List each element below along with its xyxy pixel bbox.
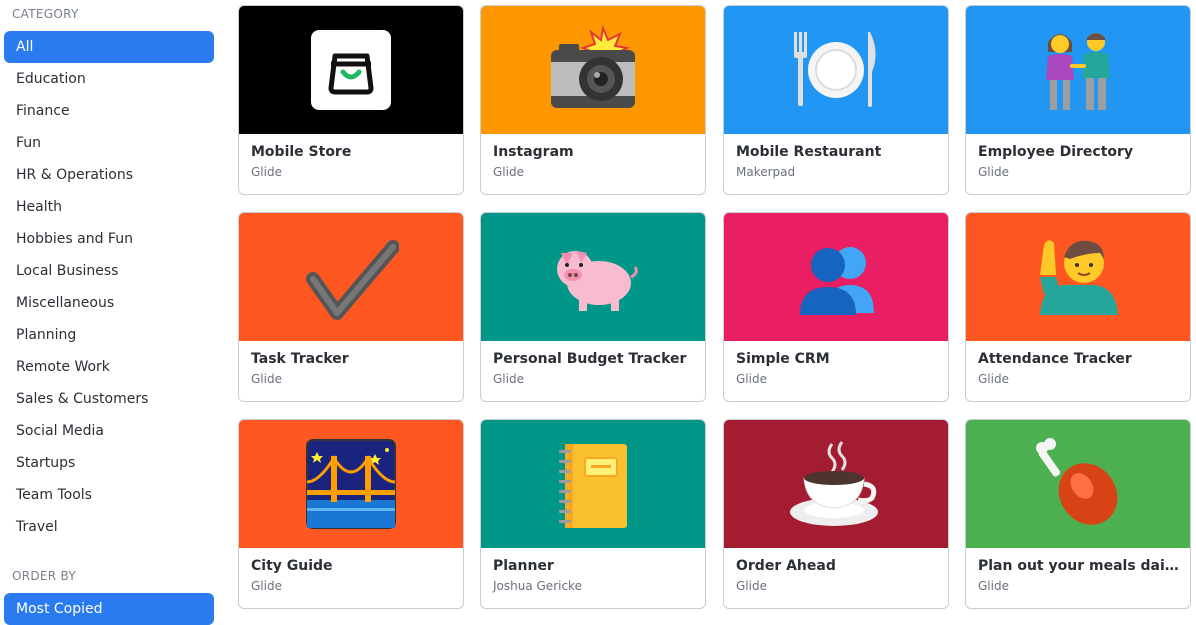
card-thumbnail bbox=[239, 420, 463, 548]
card-author: Makerpad bbox=[736, 165, 796, 179]
category-item-health[interactable]: Health bbox=[4, 191, 214, 223]
category-item-social-media[interactable]: Social Media bbox=[4, 415, 214, 447]
card-author: Glide bbox=[493, 165, 524, 179]
card-thumbnail bbox=[724, 213, 948, 341]
category-item-planning[interactable]: Planning bbox=[4, 319, 214, 351]
template-card[interactable]: Order Ahead Glide bbox=[723, 419, 949, 609]
category-item-startups[interactable]: Startups bbox=[4, 447, 214, 479]
template-card[interactable]: Simple CRM Glide bbox=[723, 212, 949, 402]
sidebar: CATEGORY All Education Finance Fun HR & … bbox=[0, 0, 222, 625]
shopping-bag-icon bbox=[311, 30, 391, 110]
card-thumbnail bbox=[239, 213, 463, 341]
template-card[interactable]: Mobile Restaurant Makerpad bbox=[723, 5, 949, 195]
template-card[interactable]: Plan out your meals daily an... Glide bbox=[965, 419, 1191, 609]
card-thumbnail bbox=[724, 6, 948, 134]
card-thumbnail bbox=[239, 6, 463, 134]
category-item-hr-operations[interactable]: HR & Operations bbox=[4, 159, 214, 191]
card-title: Instagram bbox=[493, 144, 574, 160]
card-title: Task Tracker bbox=[251, 351, 349, 367]
pig-icon bbox=[557, 251, 638, 311]
card-author: Glide bbox=[251, 372, 282, 386]
card-title: Order Ahead bbox=[736, 558, 836, 574]
card-author: Glide bbox=[736, 372, 767, 386]
template-card[interactable]: Personal Budget Tracker Glide bbox=[480, 212, 706, 402]
card-thumbnail bbox=[481, 420, 705, 548]
template-card[interactable]: Task Tracker Glide bbox=[238, 212, 464, 402]
card-author: Glide bbox=[493, 372, 524, 386]
card-title: Plan out your meals daily an... bbox=[978, 558, 1180, 574]
card-author: Glide bbox=[978, 165, 1009, 179]
template-card[interactable]: City Guide Glide bbox=[238, 419, 464, 609]
card-title: Mobile Restaurant bbox=[736, 144, 882, 160]
category-heading: CATEGORY bbox=[12, 7, 79, 21]
card-author: Joshua Gericke bbox=[493, 579, 582, 593]
category-list: All Education Finance Fun HR & Operation… bbox=[4, 31, 214, 543]
template-card[interactable]: Mobile Store Glide bbox=[238, 5, 464, 195]
poultry-leg-icon bbox=[1036, 438, 1118, 525]
notebook-icon bbox=[559, 444, 627, 528]
category-item-hobbies-and-fun[interactable]: Hobbies and Fun bbox=[4, 223, 214, 255]
card-thumbnail bbox=[724, 420, 948, 548]
card-thumbnail bbox=[966, 6, 1190, 134]
card-thumbnail bbox=[966, 420, 1190, 548]
card-title: Mobile Store bbox=[251, 144, 352, 160]
category-item-sales-customers[interactable]: Sales & Customers bbox=[4, 383, 214, 415]
card-thumbnail bbox=[481, 6, 705, 134]
category-item-finance[interactable]: Finance bbox=[4, 95, 214, 127]
category-item-team-tools[interactable]: Team Tools bbox=[4, 479, 214, 511]
category-item-education[interactable]: Education bbox=[4, 63, 214, 95]
card-title: Personal Budget Tracker bbox=[493, 351, 687, 367]
bridge-at-night-icon bbox=[306, 439, 396, 529]
template-card[interactable]: Instagram Glide bbox=[480, 5, 706, 195]
card-title: Employee Directory bbox=[978, 144, 1134, 160]
category-item-travel[interactable]: Travel bbox=[4, 511, 214, 543]
order-option-most-copied[interactable]: Most Copied bbox=[4, 593, 214, 625]
card-title: Attendance Tracker bbox=[978, 351, 1132, 367]
category-item-fun[interactable]: Fun bbox=[4, 127, 214, 159]
card-author: Glide bbox=[736, 579, 767, 593]
template-card[interactable]: Attendance Tracker Glide bbox=[965, 212, 1191, 402]
card-author: Glide bbox=[251, 579, 282, 593]
check-mark-icon bbox=[306, 240, 399, 320]
category-item-all[interactable]: All bbox=[4, 31, 214, 63]
card-author: Glide bbox=[251, 165, 282, 179]
template-card[interactable]: Planner Joshua Gericke bbox=[480, 419, 706, 609]
card-title: Simple CRM bbox=[736, 351, 830, 367]
category-item-local-business[interactable]: Local Business bbox=[4, 255, 214, 287]
people-holding-hands-icon bbox=[1046, 33, 1110, 110]
category-item-remote-work[interactable]: Remote Work bbox=[4, 351, 214, 383]
hot-beverage-icon bbox=[790, 441, 878, 526]
card-thumbnail bbox=[966, 213, 1190, 341]
category-item-miscellaneous[interactable]: Miscellaneous bbox=[4, 287, 214, 319]
card-author: Glide bbox=[978, 579, 1009, 593]
fork-knife-plate-icon bbox=[794, 32, 876, 107]
card-title: City Guide bbox=[251, 558, 333, 574]
camera-with-flash-icon bbox=[551, 24, 635, 108]
card-title: Planner bbox=[493, 558, 554, 574]
order-by-heading: ORDER BY bbox=[12, 569, 77, 583]
busts-in-silhouette-icon bbox=[800, 247, 874, 315]
template-card[interactable]: Employee Directory Glide bbox=[965, 5, 1191, 195]
card-author: Glide bbox=[978, 372, 1009, 386]
person-raising-hand-icon bbox=[1040, 240, 1118, 315]
card-thumbnail bbox=[481, 213, 705, 341]
